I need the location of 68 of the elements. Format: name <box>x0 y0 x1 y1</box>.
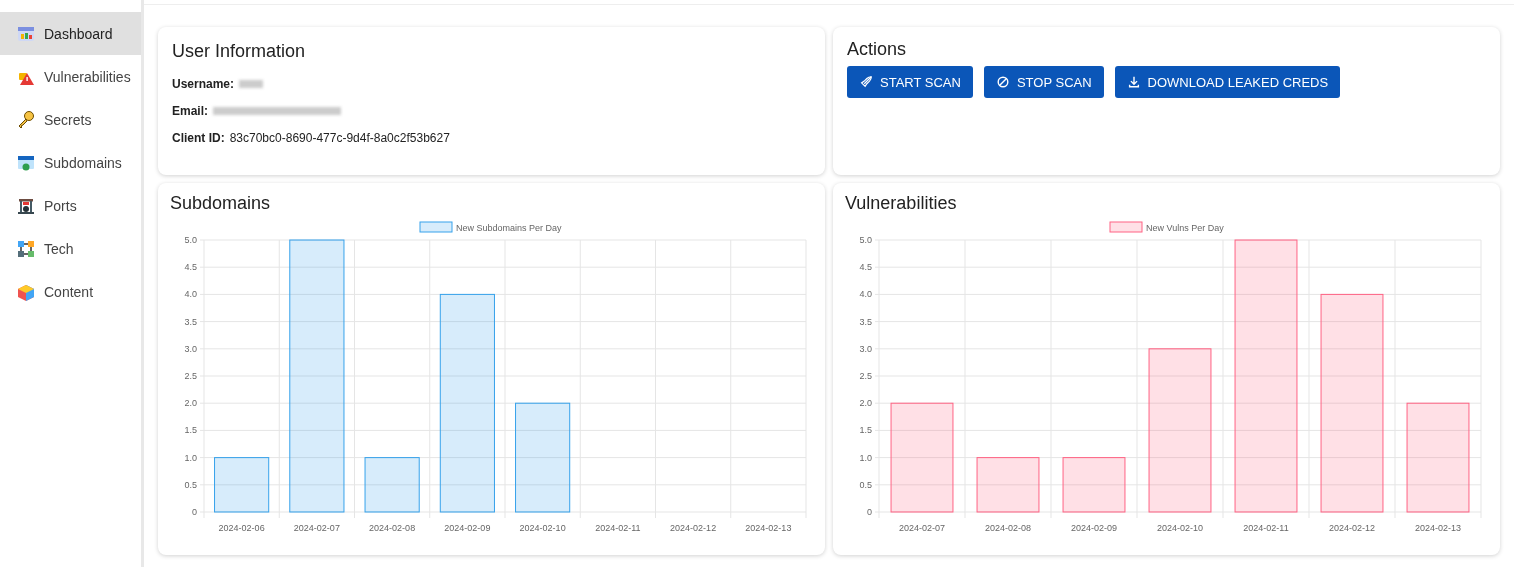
network-icon <box>16 238 36 259</box>
tick-label: 2.0 <box>859 398 872 409</box>
download-button[interactable]: DOWNLOAD LEAKED CREDS <box>1114 66 1341 98</box>
tick-label: 5.0 <box>184 235 197 245</box>
legend-label: New Vulns Per Day <box>1146 223 1225 233</box>
tick-label: 1.5 <box>184 425 197 436</box>
tick-label: 2024-02-12 <box>670 523 717 533</box>
download-icon <box>1126 75 1141 89</box>
key-icon <box>16 109 36 130</box>
tick-label: 2024-02-07 <box>899 523 945 533</box>
chart-legend[interactable]: New Subdomains Per Day <box>419 221 562 233</box>
bar <box>976 457 1040 513</box>
sidebar-item[interactable]: Vulnerabilities <box>0 55 141 98</box>
chart-legend[interactable]: New Vulns Per Day <box>1109 221 1224 233</box>
tick-label: 2024-02-13 <box>1415 523 1461 533</box>
card-title: User Information <box>172 41 307 62</box>
tick-label: 2.0 <box>184 398 197 409</box>
tick-label: 2024-02-07 <box>293 523 340 533</box>
tick-label: 2024-02-13 <box>745 523 792 533</box>
field-label: Email: <box>172 103 208 118</box>
tick-label: 0.5 <box>184 479 197 490</box>
stop-scan-button[interactable]: STOP SCAN <box>983 66 1104 98</box>
tick-label: 2.5 <box>859 371 872 381</box>
bar <box>1062 457 1126 513</box>
tick-label: 3.5 <box>859 316 872 327</box>
tick-label: 1.0 <box>859 452 872 463</box>
tick-label: 0 <box>192 507 197 517</box>
tick-label: 2024-02-12 <box>1329 523 1375 533</box>
sidebar-item[interactable]: Dashboard <box>0 12 141 55</box>
tick-label: 3.0 <box>184 343 197 354</box>
sidebar-item[interactable]: Subdomains <box>0 141 141 184</box>
chart-title: Subdomains <box>170 193 272 214</box>
tick-label: 4.0 <box>184 289 197 300</box>
field-label: Client ID: <box>172 130 225 145</box>
tick-label: 2024-02-09 <box>1071 523 1117 533</box>
bar <box>364 457 420 513</box>
chart-title: Vulnerabilities <box>845 193 958 214</box>
sidebar-item[interactable]: Tech <box>0 227 141 270</box>
start-scan-button[interactable]: START SCAN <box>847 66 973 98</box>
tick-label: 4.0 <box>859 289 872 300</box>
tick-label: 2024-02-11 <box>595 523 641 533</box>
field-value: 83c70bc0-8690-477c-9d4f-8a0c2f53b627 <box>229 130 450 145</box>
tick-label: 2024-02-11 <box>1243 523 1289 533</box>
tick-label: 1.0 <box>184 452 197 463</box>
block-icon <box>995 75 1010 89</box>
tick-label: 4.5 <box>859 262 872 273</box>
sidebar-item[interactable]: Content <box>0 270 141 313</box>
sidebar-item[interactable]: Secrets <box>0 98 141 141</box>
tick-label: 1.5 <box>859 425 872 436</box>
rocket-icon <box>859 75 873 89</box>
tick-label: 2024-02-10 <box>1157 523 1203 533</box>
tick-label: 5.0 <box>859 235 872 245</box>
tick-label: 3.5 <box>184 316 197 327</box>
legend-label: New Subdomains Per Day <box>456 223 563 233</box>
card-title: Actions <box>847 39 908 60</box>
tick-label: 2024-02-09 <box>444 523 491 533</box>
tick-label: 0 <box>867 507 872 517</box>
tick-label: 2024-02-08 <box>985 523 1031 533</box>
tick-label: 4.5 <box>184 262 197 273</box>
field-label: Username: <box>172 76 235 91</box>
tick-label: 3.0 <box>859 343 872 354</box>
tick-label: 2024-02-08 <box>369 523 416 533</box>
sidebar-item[interactable]: Ports <box>0 184 141 227</box>
bar <box>214 457 270 513</box>
tick-label: 2024-02-06 <box>218 523 265 533</box>
tick-label: 2024-02-10 <box>519 523 566 533</box>
tick-label: 2.5 <box>184 371 197 381</box>
tick-label: 0.5 <box>859 479 872 490</box>
